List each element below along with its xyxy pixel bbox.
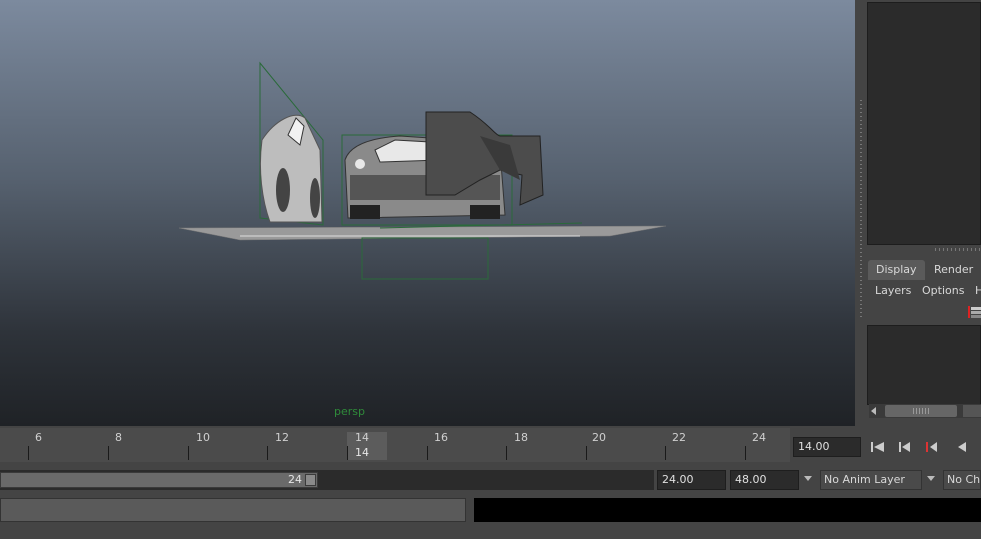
tick-label: 6 (35, 431, 42, 444)
animation-end-field[interactable]: 48.00 (730, 470, 799, 490)
menu-help[interactable]: H (975, 282, 981, 300)
range-bar-end-label: 24 (288, 473, 302, 486)
range-slider-bar[interactable] (0, 472, 318, 488)
camera-label: persp (334, 405, 365, 418)
menu-layers[interactable]: Layers (875, 282, 911, 300)
step-back-icon[interactable] (896, 440, 914, 454)
tick-mark (745, 446, 746, 460)
tick-mark (347, 446, 348, 460)
tick-label: 24 (752, 431, 766, 444)
pane-splitter[interactable] (935, 248, 981, 251)
tick-mark (108, 446, 109, 460)
layer-list[interactable] (867, 325, 981, 405)
command-result-field (474, 498, 981, 522)
tick-mark (586, 446, 587, 460)
play-backward-icon[interactable] (953, 440, 971, 454)
tab-render[interactable]: Render (926, 260, 981, 280)
menu-options[interactable]: Options (922, 282, 964, 300)
character-set-dropdown-icon[interactable] (927, 476, 935, 481)
layer-menu-bar: Layers Options H (865, 282, 981, 300)
playback-end-field[interactable]: 24.00 (657, 470, 726, 490)
tab-display[interactable]: Display (868, 260, 925, 280)
right-panel: Display Render Layers Options H (865, 0, 981, 426)
tick-mark (188, 446, 189, 460)
command-line-input[interactable] (0, 498, 466, 522)
tick-label: 12 (275, 431, 289, 444)
step-back-key-icon[interactable] (923, 440, 941, 454)
tick-label: 8 (115, 431, 122, 444)
scroll-left-icon[interactable] (871, 407, 876, 415)
tick-label: 18 (514, 431, 528, 444)
character-set-dropdown[interactable]: No Cha (943, 470, 981, 490)
tick-mark (665, 446, 666, 460)
current-frame-label: 14 (355, 446, 369, 459)
tick-mark (506, 446, 507, 460)
range-handle[interactable] (305, 474, 316, 486)
perspective-viewport[interactable]: persp (0, 0, 855, 426)
tick-mark (427, 446, 428, 460)
side-car-image (259, 114, 323, 223)
channel-box-area[interactable] (867, 2, 981, 245)
front-image-plane (361, 237, 489, 280)
tick-label: 16 (434, 431, 448, 444)
layer-list-scrollbar[interactable] (869, 404, 981, 418)
panel-splitter[interactable] (855, 0, 865, 426)
scroll-thumb[interactable] (885, 405, 957, 417)
go-to-start-icon[interactable] (869, 440, 887, 454)
layer-editor-tabs: Display Render (865, 260, 981, 280)
new-layer-icon[interactable] (967, 304, 981, 320)
tick-label: 20 (592, 431, 606, 444)
current-time-field[interactable]: 14.00 (793, 437, 861, 457)
help-line (0, 524, 981, 539)
anim-layer-dropdown[interactable]: No Anim Layer (820, 470, 922, 490)
tick-mark (267, 446, 268, 460)
anim-layer-dropdown-icon[interactable] (804, 476, 812, 481)
tick-label: 22 (672, 431, 686, 444)
scene-canvas[interactable] (0, 0, 855, 426)
tick-label: 10 (196, 431, 210, 444)
tick-mark (28, 446, 29, 460)
tick-label: 14 (355, 431, 369, 444)
